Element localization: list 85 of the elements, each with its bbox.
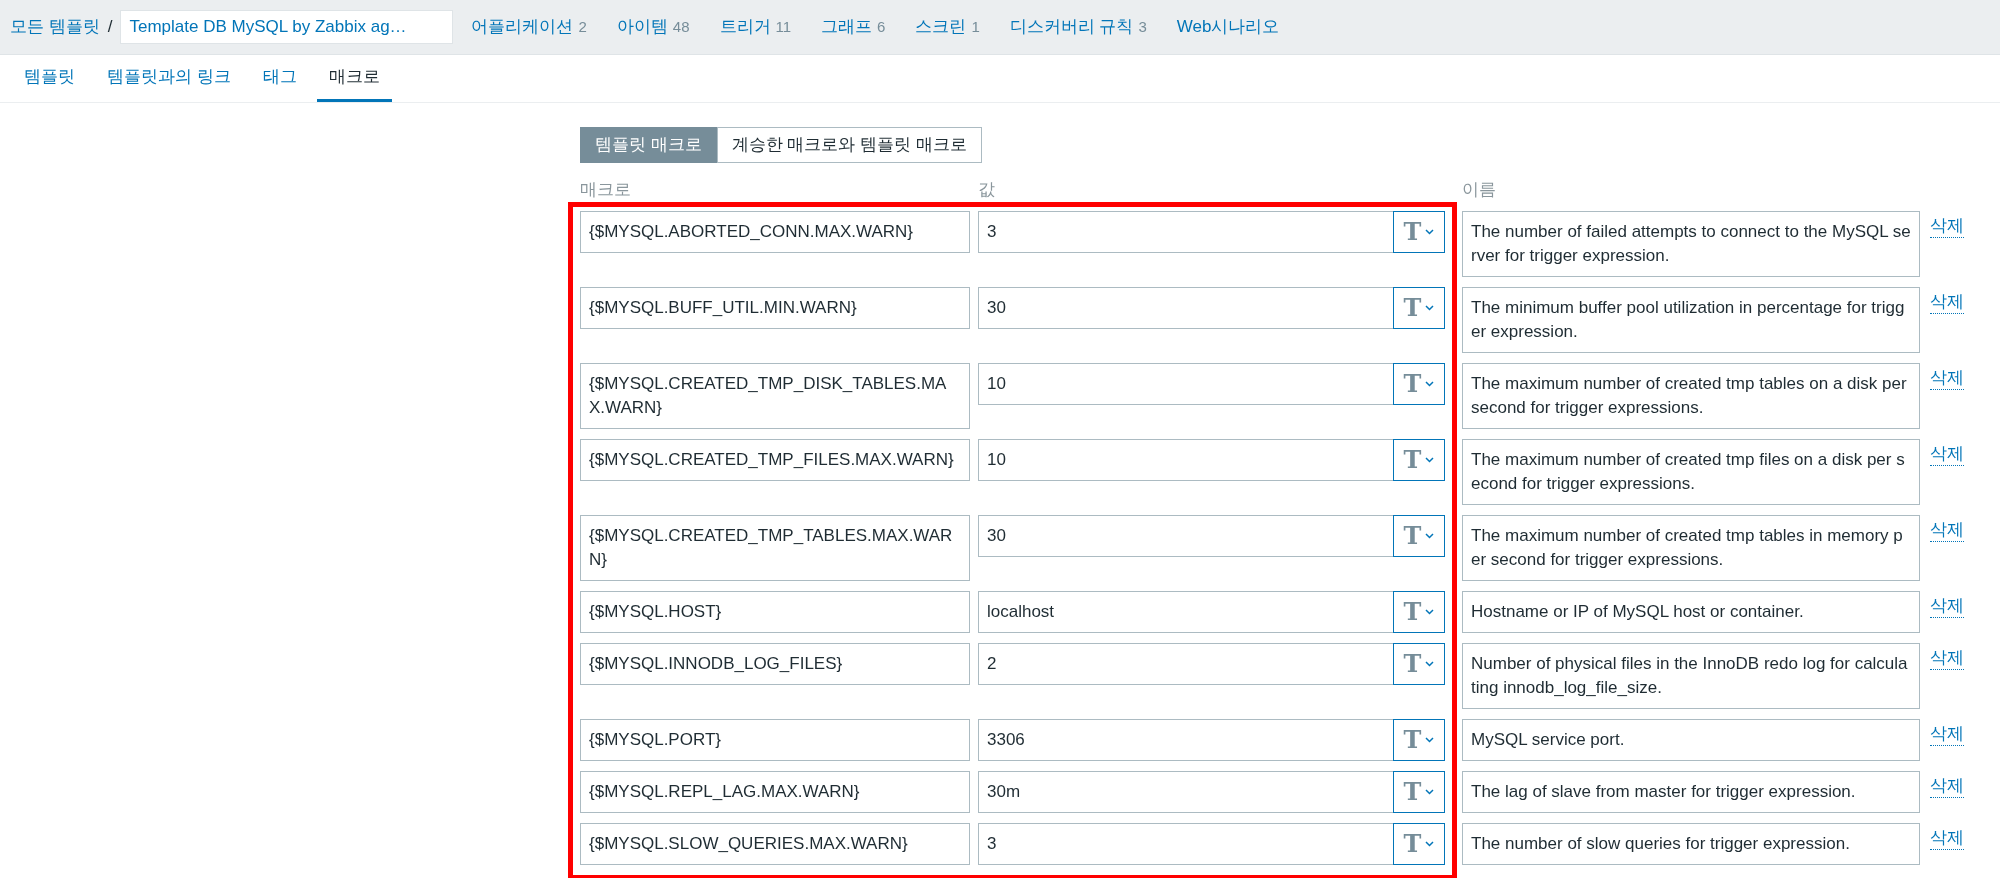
chevron-down-icon	[1425, 533, 1435, 539]
value-field[interactable]: 10 T	[978, 363, 1445, 405]
description-field[interactable]: Number of physical files in the InnoDB redo log for calculating innodb_log_file_size.	[1462, 643, 1920, 709]
description-field[interactable]: The maximum number of created tmp tables in memory per second for trigger expressions.	[1462, 515, 1920, 581]
chevron-down-icon	[1425, 737, 1435, 743]
chevron-down-icon	[1425, 609, 1435, 615]
column-header: 값	[978, 180, 995, 199]
tab[interactable]: 템플릿	[12, 55, 87, 102]
value-field[interactable]: 30 T	[978, 515, 1445, 557]
nav-link[interactable]: 아이템	[616, 14, 668, 40]
chevron-down-icon	[1425, 305, 1435, 311]
type-button[interactable]: T	[1393, 439, 1445, 481]
delete-link[interactable]: 삭제	[1930, 723, 1964, 746]
type-button[interactable]: T	[1393, 287, 1445, 329]
column-header: 매크로	[580, 180, 631, 199]
delete-link[interactable]: 삭제	[1930, 367, 1964, 390]
macro-field[interactable]: {$MYSQL.ABORTED_CONN.MAX.WARN}	[580, 211, 970, 253]
nav-link[interactable]: 스크린	[915, 14, 967, 40]
type-button[interactable]: T	[1393, 719, 1445, 761]
value-field[interactable]: 10 T	[978, 439, 1445, 481]
macro-field[interactable]: {$MYSQL.CREATED_TMP_DISK_TABLES.MAX.WARN}	[580, 363, 970, 429]
chevron-down-icon	[1425, 789, 1435, 795]
macro-field[interactable]: {$MYSQL.CREATED_TMP_TABLES.MAX.WARN}	[580, 515, 970, 581]
description-field[interactable]: The number of failed attempts to connect to the MySQL server for trigger expression.	[1462, 211, 1920, 277]
delete-link[interactable]: 삭제	[1930, 519, 1964, 542]
delete-link[interactable]: 삭제	[1930, 215, 1964, 238]
count-label: 11	[775, 17, 792, 38]
tab[interactable]: 태그	[250, 55, 309, 102]
value-field[interactable]: 30 T	[978, 287, 1445, 329]
delete-link[interactable]: 삭제	[1930, 291, 1964, 314]
tab[interactable]: 템플릿과의 링크	[95, 55, 243, 102]
macro-field[interactable]: {$MYSQL.REPL_LAG.MAX.WARN}	[580, 771, 970, 813]
macro-field[interactable]: {$MYSQL.PORT}	[580, 719, 970, 761]
macro-field[interactable]: {$MYSQL.INNODB_LOG_FILES}	[580, 643, 970, 685]
value-field[interactable]: 3 T	[978, 823, 1445, 865]
count-label: 1	[971, 17, 980, 38]
breadcrumb-separator: /	[107, 16, 113, 39]
type-button[interactable]: T	[1393, 515, 1445, 557]
count-label: 6	[877, 17, 886, 38]
macro-field[interactable]: {$MYSQL.CREATED_TMP_FILES.MAX.WARN}	[580, 439, 970, 481]
macro-field[interactable]: {$MYSQL.HOST}	[580, 591, 970, 633]
type-button[interactable]: T	[1393, 363, 1445, 405]
breadcrumb-link[interactable]: 모든 템플릿	[10, 14, 100, 40]
value-field[interactable]: localhost T	[978, 591, 1445, 633]
nav-link[interactable]: 디스커버리 규칙	[1009, 14, 1134, 40]
description-field[interactable]: The number of slow queries for trigger expression.	[1462, 823, 1920, 865]
type-button[interactable]: T	[1393, 771, 1445, 813]
nav-link[interactable]: Web시나리오	[1176, 14, 1280, 40]
type-button[interactable]: T	[1393, 211, 1445, 253]
delete-link[interactable]: 삭제	[1930, 647, 1964, 670]
delete-link[interactable]: 삭제	[1930, 827, 1964, 850]
description-field[interactable]: The lag of slave from master for trigger expression.	[1462, 771, 1920, 813]
count-label: 2	[578, 17, 587, 38]
nav-link[interactable]: 트리거	[719, 14, 771, 40]
type-button[interactable]: T	[1393, 643, 1445, 685]
description-field[interactable]: MySQL service port.	[1462, 719, 1920, 761]
mode-toggle[interactable]: 계승한 매크로와 템플릿 매크로	[716, 127, 982, 163]
macro-field[interactable]: {$MYSQL.BUFF_UTIL.MIN.WARN}	[580, 287, 970, 329]
nav-link[interactable]: 어플리케이션	[471, 14, 574, 40]
chevron-down-icon	[1425, 381, 1435, 387]
chevron-down-icon	[1425, 457, 1435, 463]
tab[interactable]: 매크로	[316, 55, 392, 102]
template-name-link[interactable]: Template DB MySQL by Zabbix ag…	[120, 10, 454, 44]
count-label: 48	[672, 17, 690, 38]
count-label: 3	[1138, 17, 1147, 38]
value-field[interactable]: 30m T	[978, 771, 1445, 813]
type-button[interactable]: T	[1393, 591, 1445, 633]
macro-field[interactable]: {$MYSQL.SLOW_QUERIES.MAX.WARN}	[580, 823, 970, 865]
chevron-down-icon	[1425, 841, 1435, 847]
description-field[interactable]: The minimum buffer pool utilization in percentage for trigger expression.	[1462, 287, 1920, 353]
chevron-down-icon	[1425, 229, 1435, 235]
delete-link[interactable]: 삭제	[1930, 775, 1964, 798]
description-field[interactable]: The maximum number of created tmp files on a disk per second for trigger expressions.	[1462, 439, 1920, 505]
mode-toggle[interactable]: 템플릿 매크로	[580, 127, 717, 163]
delete-link[interactable]: 삭제	[1930, 443, 1964, 466]
value-field[interactable]: 2 T	[978, 643, 1445, 685]
chevron-down-icon	[1425, 661, 1435, 667]
value-field[interactable]: 3306 T	[978, 719, 1445, 761]
delete-link[interactable]: 삭제	[1930, 595, 1964, 618]
value-field[interactable]: 3 T	[978, 211, 1445, 253]
description-field[interactable]: The maximum number of created tmp tables on a disk per second for trigger expressions.	[1462, 363, 1920, 429]
type-button[interactable]: T	[1393, 823, 1445, 865]
column-header: 이름	[1462, 180, 1496, 199]
nav-link[interactable]: 그래프	[821, 14, 873, 40]
description-field[interactable]: Hostname or IP of MySQL host or container.	[1462, 591, 1920, 633]
